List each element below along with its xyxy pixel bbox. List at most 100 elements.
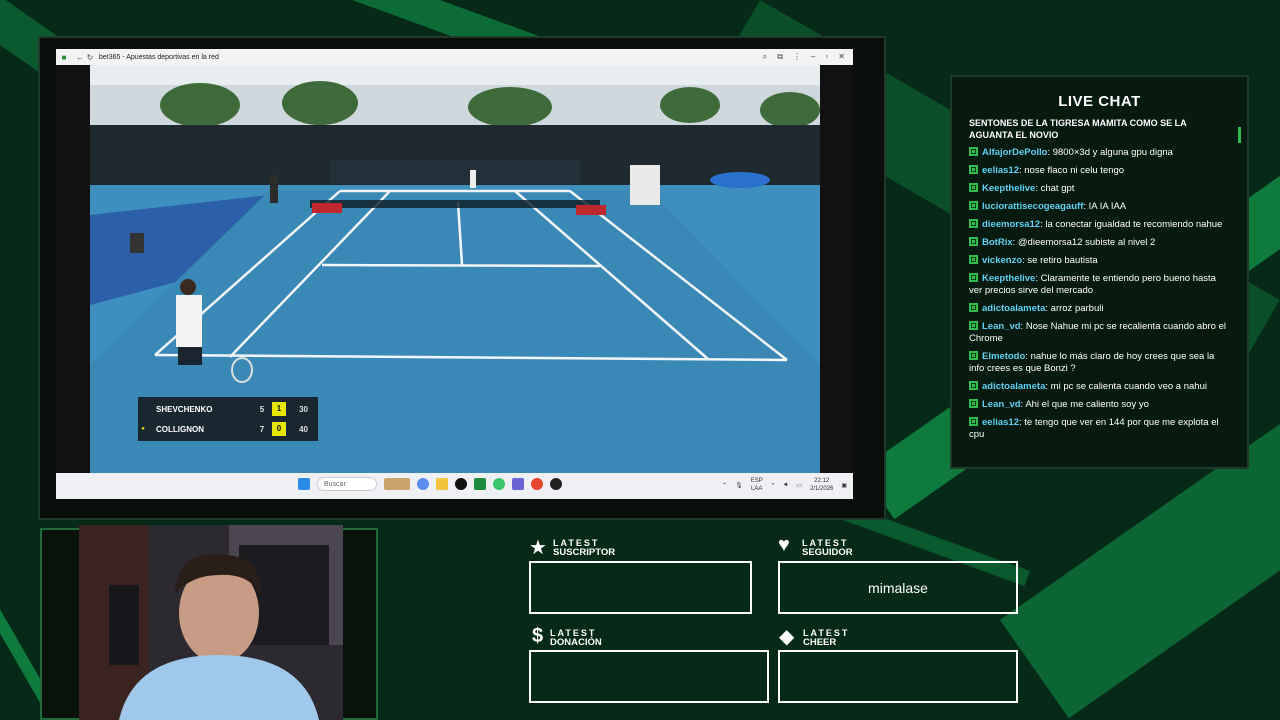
kick-badge-icon [969, 201, 978, 210]
chat-username[interactable]: eelias12 [982, 417, 1019, 428]
extensions-icon[interactable]: ⧉ [777, 52, 783, 62]
player-sets: 5 [259, 404, 265, 414]
browser-titlebar: ■ ← ↻ bet365 - Apuestas deportivas en la… [56, 49, 853, 65]
chat-message: eelias12: te tengo que ver en 144 por qu… [969, 417, 1219, 440]
minimize-button[interactable]: – [811, 52, 815, 62]
chat-username[interactable]: Keepthelive [982, 273, 1035, 284]
latest-seguidor-box: mimalase [778, 561, 1018, 614]
chat-message: Lean_vd: Ahi el que me caliento soy yo [969, 399, 1231, 411]
player-games: 0 [272, 422, 286, 436]
volume-icon[interactable]: ◄ [782, 482, 788, 488]
chat-username[interactable]: adictoalameta [982, 381, 1045, 392]
chat-text: Ahi el que me caliento soy yo [1025, 399, 1149, 410]
microphone-icon[interactable]: 🎙 [735, 482, 743, 489]
app-icon[interactable] [550, 478, 562, 490]
chat-message: adictoalameta: arroz parbuli [969, 303, 1231, 315]
battery-icon[interactable]: ▭ [796, 482, 802, 489]
score-row: SHEVCHENKO 5 1 30 [138, 399, 318, 419]
maximize-button[interactable]: ▫ [825, 52, 828, 62]
start-icon[interactable] [298, 478, 310, 490]
teams-icon[interactable] [512, 478, 524, 490]
chat-text: arroz parbuli [1050, 303, 1104, 314]
chrome-icon[interactable] [531, 478, 543, 490]
notification-icon[interactable]: ▣ [841, 482, 847, 489]
kick-badge-icon [969, 321, 978, 330]
kick-badge-icon [969, 255, 978, 264]
chat-text: 9800×3d y alguna gpu digna [1052, 147, 1173, 158]
taskbar-search-input[interactable]: Buscar [317, 477, 377, 491]
wifi-icon[interactable]: ◔ [771, 482, 775, 488]
obs-green-icon[interactable] [474, 478, 486, 490]
label-type: SUSCRIPTOR [553, 547, 616, 558]
chat-username[interactable]: AlfajorDePollo [982, 147, 1047, 158]
chat-username[interactable]: eelias12 [982, 165, 1019, 176]
chat-message: BotRix: @dieemorsa12 subiste al nivel 2 [969, 237, 1231, 249]
site-favicon-icon: ■ [61, 52, 67, 62]
chat-message-list: SENTONES DE LA TIGRESA MAMITA COMO SE LA… [969, 117, 1231, 457]
chat-text: mi pc se calienta cuando veo a nahui [1050, 381, 1207, 392]
browser-window: ■ ← ↻ bet365 - Apuestas deportivas en la… [56, 49, 853, 499]
kick-badge-icon [969, 351, 978, 360]
chat-username[interactable]: Lean_vd [982, 321, 1021, 332]
chat-message: eelias12: nose flaco ni celu tengo [969, 165, 1231, 177]
player-games: 1 [272, 402, 286, 416]
player-name: SHEVCHENKO [156, 404, 213, 414]
webcam-feed [79, 525, 343, 720]
file-explorer-icon[interactable] [436, 478, 448, 490]
chat-username[interactable]: Lean_vd [982, 399, 1021, 410]
dollar-icon: $ [532, 625, 544, 647]
language-indicator[interactable]: ESP LAA [751, 477, 763, 493]
titlebar-controls: ⌕ ⧉ ⋮ – ▫ ✕ [763, 52, 853, 62]
live-chat-panel: LIVE CHAT SENTONES DE LA TIGRESA MAMITA … [950, 75, 1249, 469]
chat-text: nose flaco ni celu tengo [1024, 165, 1125, 176]
chat-text: la conectar igualdad te recomiendo nahue [1045, 219, 1223, 230]
chat-scrollbar[interactable] [1238, 127, 1241, 143]
chat-message: SENTONES DE LA TIGRESA MAMITA COMO SE LA… [969, 118, 1187, 140]
chat-username[interactable]: luciorattisecogeagauff [982, 201, 1083, 212]
tennis-video[interactable]: SHEVCHENKO 5 1 30 ● COLLIGNON 7 0 40 [90, 65, 820, 473]
chat-text: se retiro bautista [1027, 255, 1098, 266]
heart-icon: ♥ [778, 534, 790, 556]
reload-icon[interactable]: ↻ [85, 53, 95, 62]
clock[interactable]: 22:12 2/1/2026 [810, 477, 833, 493]
serve-indicator: ● [141, 426, 145, 432]
chat-username[interactable]: adictoalameta [982, 303, 1045, 314]
kick-badge-icon [969, 303, 978, 312]
widget-icon[interactable] [384, 478, 410, 490]
copilot-icon[interactable] [417, 478, 429, 490]
tiktok-icon[interactable] [455, 478, 467, 490]
whatsapp-icon[interactable] [493, 478, 505, 490]
chat-message: adictoalameta: mi pc se calienta cuando … [969, 381, 1231, 393]
chat-text: @dieemorsa12 subiste al nivel 2 [1017, 237, 1156, 248]
back-icon[interactable]: ← [75, 53, 85, 62]
star-icon: ★ [529, 537, 547, 559]
chat-message: dieemorsa12: la conectar igualdad te rec… [969, 219, 1231, 231]
kick-badge-icon [969, 237, 978, 246]
chevron-up-icon[interactable]: ⌃ [722, 482, 727, 489]
chat-username[interactable]: vickenzo [982, 255, 1022, 266]
clock-time: 22:12 [814, 478, 830, 484]
label-type: SEGUIDOR [802, 547, 853, 558]
latest-cheer-box [778, 650, 1018, 703]
kick-badge-icon [969, 417, 978, 426]
chat-username[interactable]: dieemorsa12 [982, 219, 1040, 230]
scoreboard: SHEVCHENKO 5 1 30 ● COLLIGNON 7 0 40 [138, 397, 318, 441]
video-area: SHEVCHENKO 5 1 30 ● COLLIGNON 7 0 40 [56, 65, 853, 473]
player-sets: 7 [259, 424, 265, 434]
lang-top: ESP [750, 478, 763, 484]
chat-username[interactable]: Elmetodo [982, 351, 1025, 362]
chat-text: chat gpt [1040, 183, 1075, 194]
chat-message: AlfajorDePollo: 9800×3d y alguna gpu dig… [969, 147, 1231, 159]
label-type: DONACIÓN [550, 637, 602, 648]
system-tray: ⌃ 🎙 ESP LAA ◔ ◄ ▭ 22:12 2/1/2026 ▣ [722, 477, 847, 493]
latest-seguidor-label: LATEST SEGUIDOR [802, 539, 853, 558]
chat-username[interactable]: Keepthelive [982, 183, 1035, 194]
score-row: ● COLLIGNON 7 0 40 [138, 419, 318, 439]
kick-badge-icon [969, 273, 978, 282]
menu-icon[interactable]: ⋮ [793, 52, 801, 62]
player-name: COLLIGNON [156, 424, 204, 434]
close-button[interactable]: ✕ [838, 52, 845, 62]
chat-username[interactable]: BotRix [982, 237, 1013, 248]
zoom-icon[interactable]: ⌕ [763, 52, 767, 62]
clock-date: 2/1/2026 [809, 486, 834, 492]
